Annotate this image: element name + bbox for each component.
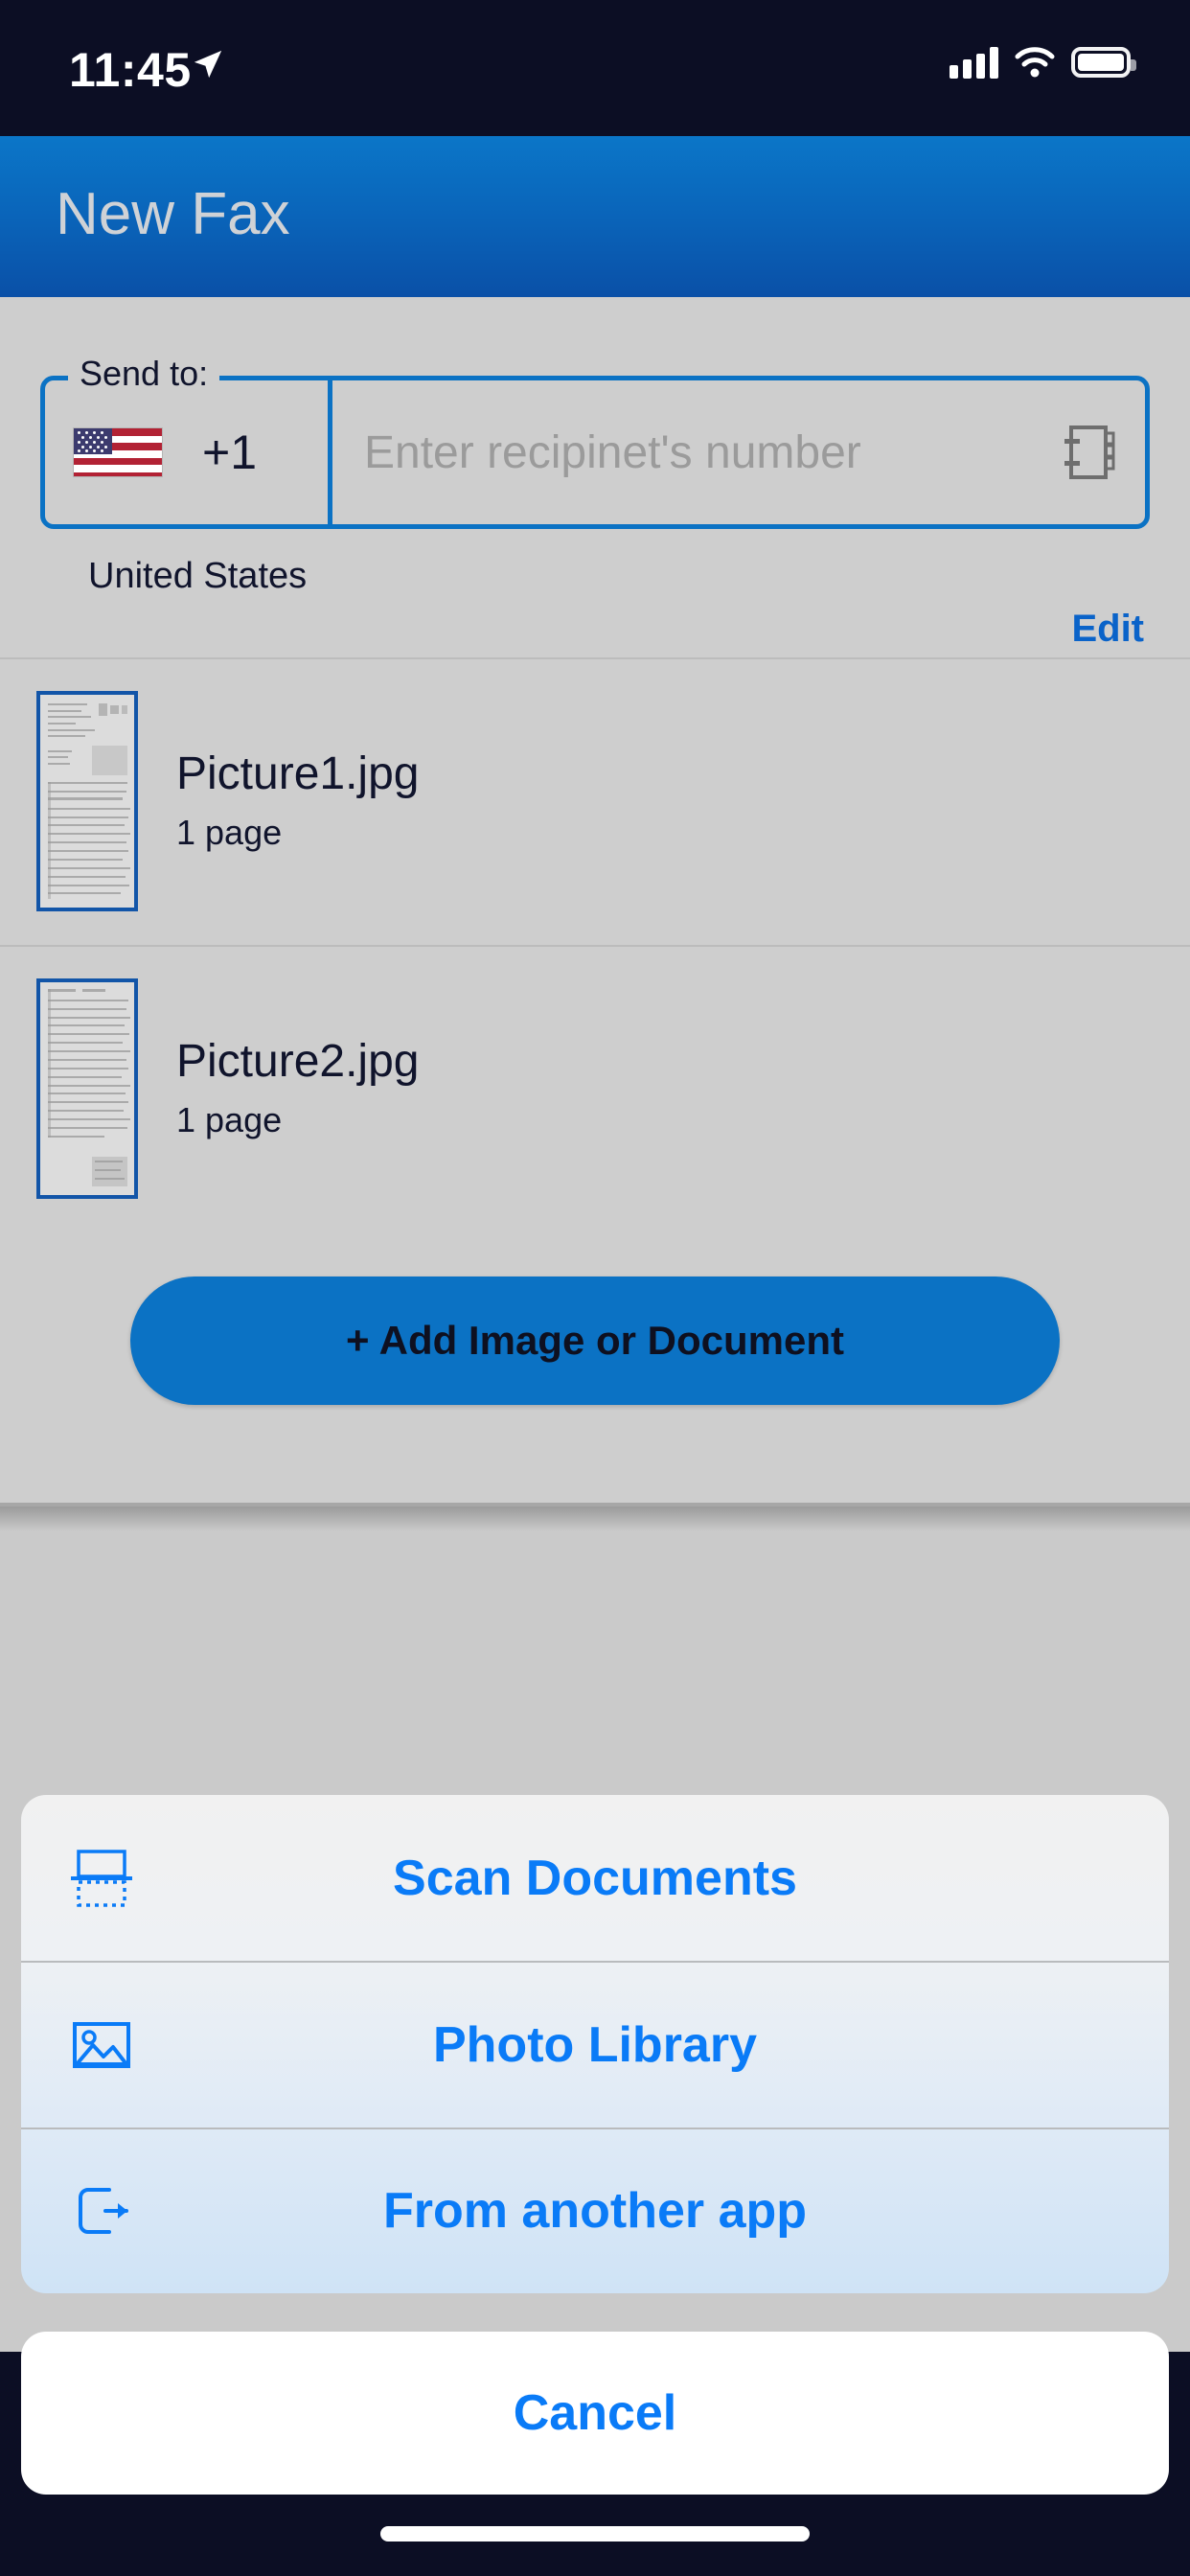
recipient-number-input[interactable] <box>364 426 1064 479</box>
attachment-meta: Picture1.jpg 1 page <box>176 748 420 854</box>
attachment-pages: 1 page <box>176 813 283 853</box>
status-bar-indicators <box>950 46 1136 79</box>
attachment-meta: Picture2.jpg 1 page <box>176 1035 420 1141</box>
phone-screen: 11:45 New Fax Send to: +1 Enter recipine… <box>0 0 1190 2576</box>
open-in-external-app-icon <box>79 2188 128 2235</box>
document-thumbnail <box>36 978 138 1199</box>
add-image-or-document-button[interactable]: + Add Image or Document <box>130 1276 1060 1405</box>
country-name-label: United States <box>88 556 308 596</box>
cellular-signal-icon <box>950 46 998 79</box>
action-sheet-item-label: Scan Documents <box>393 1850 797 1906</box>
send-to-fieldset: Send to: +1 Enter recipinet's number <box>40 354 1150 529</box>
fax-compose-panel: Send to: +1 Enter recipinet's number Uni… <box>0 297 1190 1506</box>
status-bar: 11:45 <box>0 0 1190 136</box>
edit-button[interactable]: Edit <box>1071 608 1144 651</box>
attachment-row[interactable]: Picture1.jpg 1 page <box>0 657 1190 943</box>
attachment-pages: 1 page <box>176 1100 283 1140</box>
wifi-icon <box>1015 47 1055 78</box>
photo-library-icon <box>73 2021 130 2068</box>
page-title: New Fax <box>56 181 290 247</box>
attachment-row[interactable]: Picture2.jpg 1 page <box>0 945 1190 1230</box>
attachment-name: Picture2.jpg <box>176 1035 420 1087</box>
action-sheet-item-label: Photo Library <box>432 2016 758 2073</box>
home-indicator[interactable] <box>380 2526 810 2542</box>
action-sheet-item-photo-library[interactable]: Photo Library <box>21 1961 1169 2127</box>
recipient-number-cell <box>337 380 1150 524</box>
us-flag-icon <box>74 428 162 476</box>
country-code-selector[interactable]: +1 <box>45 380 332 524</box>
cancel-button[interactable]: Cancel <box>21 2332 1169 2495</box>
document-thumbnail <box>36 691 138 911</box>
action-sheet-item-label: From another app <box>382 2183 808 2240</box>
attachment-name: Picture1.jpg <box>176 748 420 799</box>
action-sheet-item-scan-documents[interactable]: Scan Documents <box>21 1795 1169 1961</box>
location-arrow-icon <box>194 50 222 79</box>
battery-icon <box>1071 47 1136 78</box>
navigation-bar: New Fax <box>0 136 1190 297</box>
address-book-icon[interactable] <box>1064 424 1115 481</box>
action-sheet-item-from-another-app[interactable]: From another app <box>21 2127 1169 2293</box>
country-code-value: +1 <box>202 426 258 479</box>
status-bar-time: 11:45 <box>69 43 192 97</box>
scan-document-icon <box>71 1849 132 1907</box>
action-sheet: Scan Documents Photo Library From anothe… <box>21 1795 1169 2293</box>
